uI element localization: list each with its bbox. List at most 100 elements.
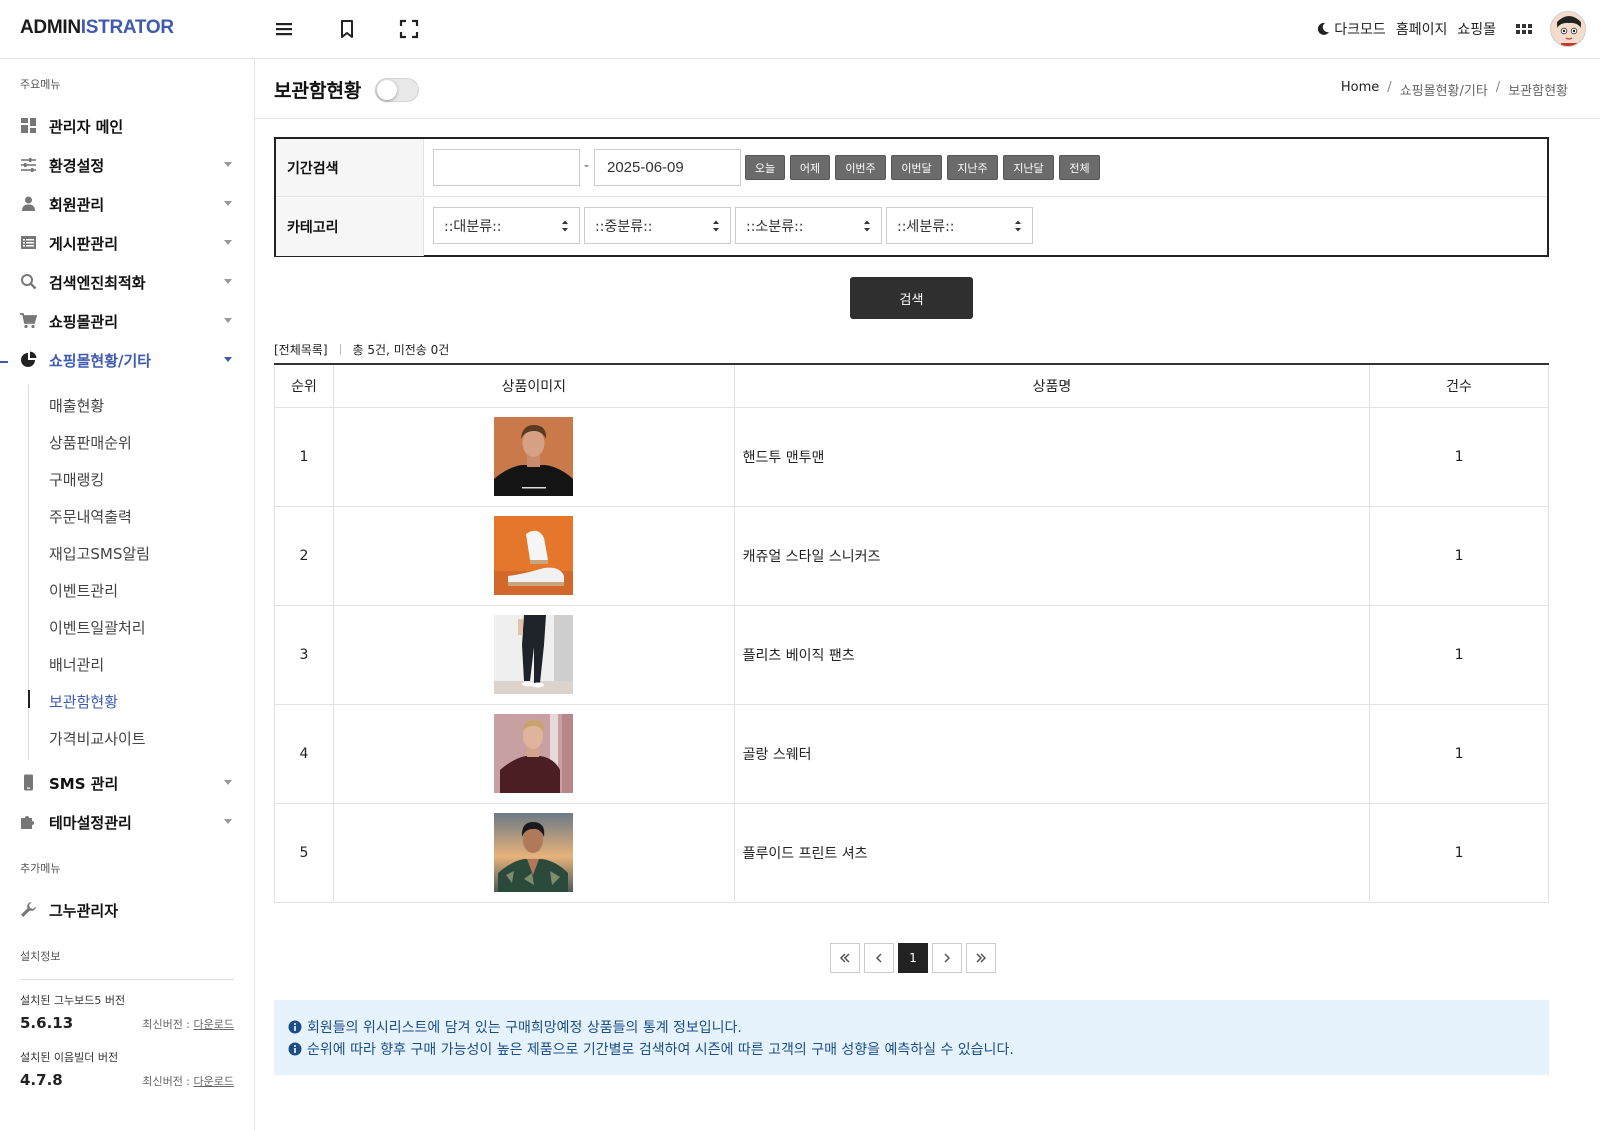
first-page-button[interactable]: [830, 943, 860, 973]
table-row: 4 골랑 스웨터 1: [274, 703, 1549, 804]
breadcrumb-separator: /: [1495, 80, 1501, 95]
header-right-links: 다크모드 홈페이지 쇼핑몰: [1316, 0, 1600, 58]
submenu-item[interactable]: 상품판매순위: [49, 432, 132, 453]
this-week-button[interactable]: 이번주: [835, 155, 886, 180]
chevron-down-icon: [224, 318, 232, 323]
select-arrows-icon: [713, 220, 719, 232]
category-large-select[interactable]: ::대분류::: [433, 207, 580, 244]
category-small-select[interactable]: ::소분류::: [735, 207, 882, 244]
sidebar-item-board[interactable]: 게시판관리: [0, 226, 254, 260]
table-row: 3 플리츠 베이직 팬츠 1: [274, 604, 1549, 705]
product-name-cell[interactable]: 골랑 스웨터: [733, 703, 1371, 804]
select-arrows-icon: [1015, 220, 1021, 232]
info-box: 회원들의 위시리스트에 담겨 있는 구매희망예정 상품들의 통계 정보입니다. …: [274, 1000, 1549, 1075]
select-arrows-icon: [562, 220, 568, 232]
date-to-input[interactable]: 2025-06-09: [594, 149, 741, 186]
category-label: 카테고리: [276, 198, 424, 256]
product-name-cell[interactable]: 플루이드 프린트 셔츠: [733, 802, 1371, 903]
select-value: ::중분류::: [595, 218, 653, 235]
last-week-button[interactable]: 지난주: [947, 155, 998, 180]
submenu-item-active[interactable]: 보관함현황: [49, 691, 118, 712]
category-medium-select[interactable]: ::중분류::: [584, 207, 731, 244]
submenu-item[interactable]: 주문내역출력: [49, 506, 132, 527]
search-button[interactable]: 검색: [850, 277, 973, 319]
sidebar-item-shop-status[interactable]: 쇼핑몰현황/기타: [0, 343, 254, 377]
submenu-item[interactable]: 구매랭킹: [49, 469, 104, 490]
product-image-pants[interactable]: [494, 615, 574, 694]
sidebar-item-members[interactable]: 회원관리: [0, 187, 254, 221]
admin-logo[interactable]: ADMINISTRATOR: [20, 17, 174, 39]
cart-icon: [20, 313, 37, 329]
sidebar-item-seo[interactable]: 검색엔진최적화: [0, 265, 254, 299]
date-from-input[interactable]: [433, 149, 580, 186]
table-header-row: 순위 상품이미지 상품명 건수: [274, 363, 1549, 408]
date-range-dash: -: [584, 158, 590, 174]
chevron-right-icon: [944, 953, 951, 963]
main-content: 보관함현황 Home / 쇼핑몰현황/기타 / 보관함현황 기간검색 - 202…: [255, 59, 1600, 1130]
submenu-item[interactable]: 매출현황: [49, 395, 104, 416]
prev-page-button[interactable]: [864, 943, 894, 973]
product-name-cell[interactable]: 캐쥬얼 스타일 스니커즈: [733, 505, 1371, 606]
this-month-button[interactable]: 이번달: [891, 155, 942, 180]
image-cell: [332, 604, 735, 705]
product-image-sweatshirt[interactable]: [494, 417, 574, 496]
chevron-down-icon: [224, 357, 232, 362]
info-text: 순위에 따라 향후 구매 가능성이 높은 제품으로 기간별로 검색하여 시즌에 …: [307, 1042, 1014, 1058]
user-avatar[interactable]: [1550, 11, 1586, 47]
page-button-current[interactable]: 1: [898, 943, 928, 973]
breadcrumb-section[interactable]: 쇼핑몰현황/기타: [1400, 80, 1488, 99]
select-value: ::대분류::: [444, 218, 502, 235]
toggle-knob: [377, 80, 397, 100]
table-row: 2 캐쥬얼 스타일 스니커즈 1: [274, 505, 1549, 606]
rank-cell: 2: [274, 505, 334, 606]
shop-link[interactable]: 쇼핑몰: [1457, 19, 1496, 39]
next-page-button[interactable]: [932, 943, 962, 973]
product-name-cell[interactable]: 플리츠 베이직 팬츠: [733, 604, 1371, 705]
today-button[interactable]: 오늘: [745, 155, 785, 180]
submenu-item[interactable]: 이벤트일괄처리: [49, 617, 146, 638]
sidebar-item-gnu-admin[interactable]: 그누관리자: [0, 893, 254, 927]
product-image-sweater[interactable]: [494, 714, 574, 793]
builder-download-link[interactable]: 다운로드: [194, 1075, 234, 1088]
favorite-toggle[interactable]: [375, 78, 419, 102]
product-image-print-shirt[interactable]: [494, 813, 574, 892]
phone-icon: [24, 774, 33, 791]
period-row: 기간검색 - 2025-06-09 오늘 어제 이번주 이번달 지난주 지난달 …: [276, 139, 1547, 197]
last-month-button[interactable]: 지난달: [1003, 155, 1054, 180]
list-title: [전체목록]: [274, 343, 328, 357]
submenu-item[interactable]: 배너관리: [49, 654, 104, 675]
info-line: 순위에 따라 향후 구매 가능성이 높은 제품으로 기간별로 검색하여 시즌에 …: [288, 1038, 1535, 1060]
chevron-down-icon: [224, 279, 232, 284]
fullscreen-icon[interactable]: [398, 18, 420, 40]
submenu-item[interactable]: 재입고SMS알림: [49, 543, 150, 564]
sidebar-item-shop-manage[interactable]: 쇼핑몰관리: [0, 304, 254, 338]
product-name-cell[interactable]: 핸드투 맨투맨: [733, 406, 1371, 507]
rank-cell: 1: [274, 406, 334, 507]
yesterday-button[interactable]: 어제: [790, 155, 830, 180]
count-cell: 1: [1369, 802, 1549, 903]
submenu-item[interactable]: 가격비교사이트: [49, 728, 146, 749]
info-icon: [288, 1042, 302, 1056]
sidebar-item-settings[interactable]: 환경설정: [0, 148, 254, 182]
last-page-button[interactable]: [966, 943, 996, 973]
sidebar-item-admin-main[interactable]: 관리자 메인: [0, 109, 254, 143]
gnuboard-version-label: 설치된 그누보드5 버전: [20, 994, 126, 1007]
dark-mode-link[interactable]: 다크모드: [1334, 19, 1386, 39]
bookmark-icon[interactable]: [336, 18, 358, 40]
homepage-link[interactable]: 홈페이지: [1396, 19, 1448, 39]
breadcrumb-home[interactable]: Home: [1341, 80, 1379, 99]
sidebar-item-theme[interactable]: 테마설정관리: [0, 805, 254, 839]
submenu-item[interactable]: 이벤트관리: [49, 580, 118, 601]
menu-toggle-icon[interactable]: [273, 18, 295, 40]
product-image-sneakers[interactable]: [494, 516, 574, 595]
category-detail-select[interactable]: ::세분류::: [886, 207, 1033, 244]
image-cell: [332, 505, 735, 606]
all-period-button[interactable]: 전체: [1059, 155, 1100, 180]
apps-grid-icon[interactable]: [1514, 19, 1534, 39]
top-header: ADMINISTRATOR 다크모드 홈페이지 쇼핑몰: [0, 0, 1600, 59]
sidebar-item-sms[interactable]: SMS 관리: [0, 766, 254, 800]
gnuboard-download-link[interactable]: 다운로드: [194, 1018, 234, 1031]
main-menu-label: 주요메뉴: [20, 78, 61, 91]
install-divider: [20, 979, 234, 980]
chevron-down-icon: [224, 780, 232, 785]
